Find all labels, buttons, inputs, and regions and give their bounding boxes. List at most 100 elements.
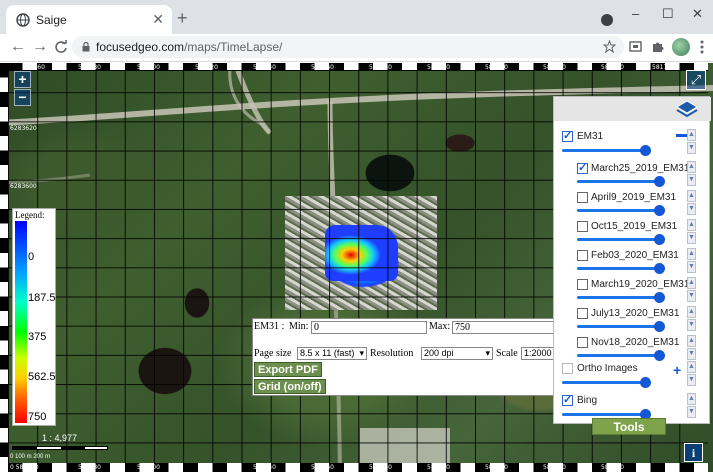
opacity-slider-thumb[interactable] [654, 205, 665, 216]
maximize-button[interactable]: ☐ [662, 6, 674, 22]
profile-avatar[interactable] [672, 38, 690, 56]
resolution-select[interactable]: 200 dpi [421, 347, 493, 360]
ortho-checkbox[interactable] [562, 363, 573, 374]
layer-checkbox[interactable] [577, 221, 588, 232]
address-bar[interactable]: focusedgeo.com/maps/TimeLapse/ [72, 36, 624, 58]
forward-arrow-icon[interactable]: → [32, 38, 48, 56]
move-up-icon[interactable]: ▲ [687, 361, 696, 373]
move-up-icon[interactable]: ▲ [687, 335, 696, 347]
coord-label: 581660 [311, 464, 334, 471]
move-down-icon[interactable]: ▼ [687, 290, 696, 302]
opacity-slider[interactable] [577, 354, 661, 357]
map-frame-left [0, 63, 8, 472]
order-spinner[interactable]: ▲ ▼ [687, 306, 696, 332]
more-options-icon[interactable] [694, 39, 710, 55]
move-down-icon[interactable]: ▼ [687, 319, 696, 331]
layer-label: Oct15_2019_EM31 [591, 221, 678, 232]
close-window-button[interactable]: ✕ [692, 6, 703, 22]
url-text: focusedgeo.com/maps/TimeLapse/ [96, 40, 283, 54]
collapse-icon[interactable] [676, 134, 687, 137]
opacity-slider-thumb[interactable] [654, 292, 665, 303]
move-down-icon[interactable]: ▼ [687, 142, 696, 154]
coord-label: 581600 [137, 64, 160, 71]
coord-label: 581640 [253, 64, 276, 71]
opacity-slider[interactable] [562, 413, 650, 416]
legend-tick: 750 [28, 411, 47, 423]
layers-panel: EM31 ▲ ▼ March25_2019_EM31▲▼April9_2019_… [553, 96, 711, 424]
move-down-icon[interactable]: ▼ [687, 232, 696, 244]
opacity-slider[interactable] [577, 209, 661, 212]
reload-icon[interactable] [54, 40, 68, 54]
order-spinner[interactable]: ▲ ▼ [687, 277, 696, 303]
opacity-slider[interactable] [562, 149, 650, 152]
em31-checkbox[interactable] [562, 129, 573, 142]
opacity-slider-thumb[interactable] [654, 263, 665, 274]
opacity-slider-thumb[interactable] [654, 321, 665, 332]
order-spinner[interactable]: ▲ ▼ [687, 393, 696, 419]
opacity-slider[interactable] [577, 180, 661, 183]
coord-label: 6283600 [10, 183, 37, 190]
min-label: Min: [289, 321, 309, 332]
move-up-icon[interactable]: ▲ [687, 190, 696, 202]
move-down-icon[interactable]: ▼ [687, 261, 696, 273]
opacity-slider-thumb[interactable] [654, 234, 665, 245]
layers-icon[interactable] [675, 99, 699, 119]
coord-label: 581740 [543, 64, 566, 71]
opacity-slider[interactable] [577, 267, 661, 270]
tab-search-icon[interactable] [601, 14, 613, 26]
layer-checkbox[interactable] [577, 279, 588, 290]
media-icon[interactable] [628, 39, 644, 55]
move-down-icon[interactable]: ▼ [687, 174, 696, 186]
move-up-icon[interactable]: ▲ [687, 129, 696, 141]
tools-button[interactable]: Tools [592, 418, 666, 435]
zoom-out-button[interactable]: − [14, 89, 31, 106]
move-down-icon[interactable]: ▼ [687, 374, 696, 386]
order-spinner[interactable]: ▲ ▼ [687, 129, 696, 155]
layer-checkbox[interactable] [577, 308, 588, 319]
opacity-slider[interactable] [577, 296, 661, 299]
minimize-button[interactable]: – [632, 6, 639, 21]
back-arrow-icon[interactable]: ← [10, 38, 26, 56]
page-size-select[interactable]: 8.5 x 11 (fast) [297, 347, 367, 360]
opacity-slider[interactable] [577, 238, 661, 241]
browser-tab[interactable]: Saige ✕ [6, 5, 172, 34]
min-input[interactable]: 0 [311, 321, 427, 334]
export-pdf-button[interactable]: Export PDF [254, 362, 322, 377]
fullscreen-button[interactable]: ⤢ [686, 70, 706, 90]
order-spinner[interactable]: ▲ ▼ [687, 335, 696, 361]
zoom-in-button[interactable]: + [14, 71, 31, 88]
close-tab-icon[interactable]: ✕ [152, 10, 164, 28]
order-spinner[interactable]: ▲ ▼ [687, 190, 696, 216]
new-tab-button[interactable]: + [177, 9, 188, 27]
bookmark-star-icon[interactable] [603, 40, 616, 53]
order-spinner[interactable]: ▲ ▼ [687, 219, 696, 245]
move-up-icon[interactable]: ▲ [687, 306, 696, 318]
legend: Legend: 0 187.5 375 562.5 750 [12, 208, 56, 426]
order-spinner[interactable]: ▲ ▼ [687, 248, 696, 274]
opacity-slider[interactable] [577, 325, 661, 328]
order-spinner[interactable]: ▲ ▼ [687, 361, 696, 387]
info-button[interactable]: i [684, 443, 703, 462]
layer-checkbox[interactable] [577, 161, 588, 174]
layer-checkbox[interactable] [577, 337, 588, 348]
opacity-slider[interactable] [562, 381, 650, 384]
move-up-icon[interactable]: ▲ [687, 393, 696, 405]
opacity-slider-thumb[interactable] [640, 145, 651, 156]
extensions-puzzle-icon[interactable] [650, 39, 666, 55]
move-up-icon[interactable]: ▲ [687, 277, 696, 289]
expand-icon[interactable]: + [673, 363, 681, 377]
map-canvas[interactable]: 581560 581580 581600 581620 581640 58166… [0, 63, 713, 472]
move-up-icon[interactable]: ▲ [687, 161, 696, 173]
move-down-icon[interactable]: ▼ [687, 203, 696, 215]
lock-icon [82, 42, 90, 52]
order-spinner[interactable]: ▲ ▼ [687, 161, 696, 187]
move-up-icon[interactable]: ▲ [687, 219, 696, 231]
layer-checkbox[interactable] [577, 250, 588, 261]
opacity-slider-thumb[interactable] [640, 377, 651, 388]
bing-checkbox[interactable] [562, 393, 573, 406]
move-up-icon[interactable]: ▲ [687, 248, 696, 260]
layer-checkbox[interactable] [577, 192, 588, 203]
move-down-icon[interactable]: ▼ [687, 406, 696, 418]
opacity-slider-thumb[interactable] [654, 176, 665, 187]
grid-toggle-button[interactable]: Grid (on/off) [254, 379, 326, 394]
